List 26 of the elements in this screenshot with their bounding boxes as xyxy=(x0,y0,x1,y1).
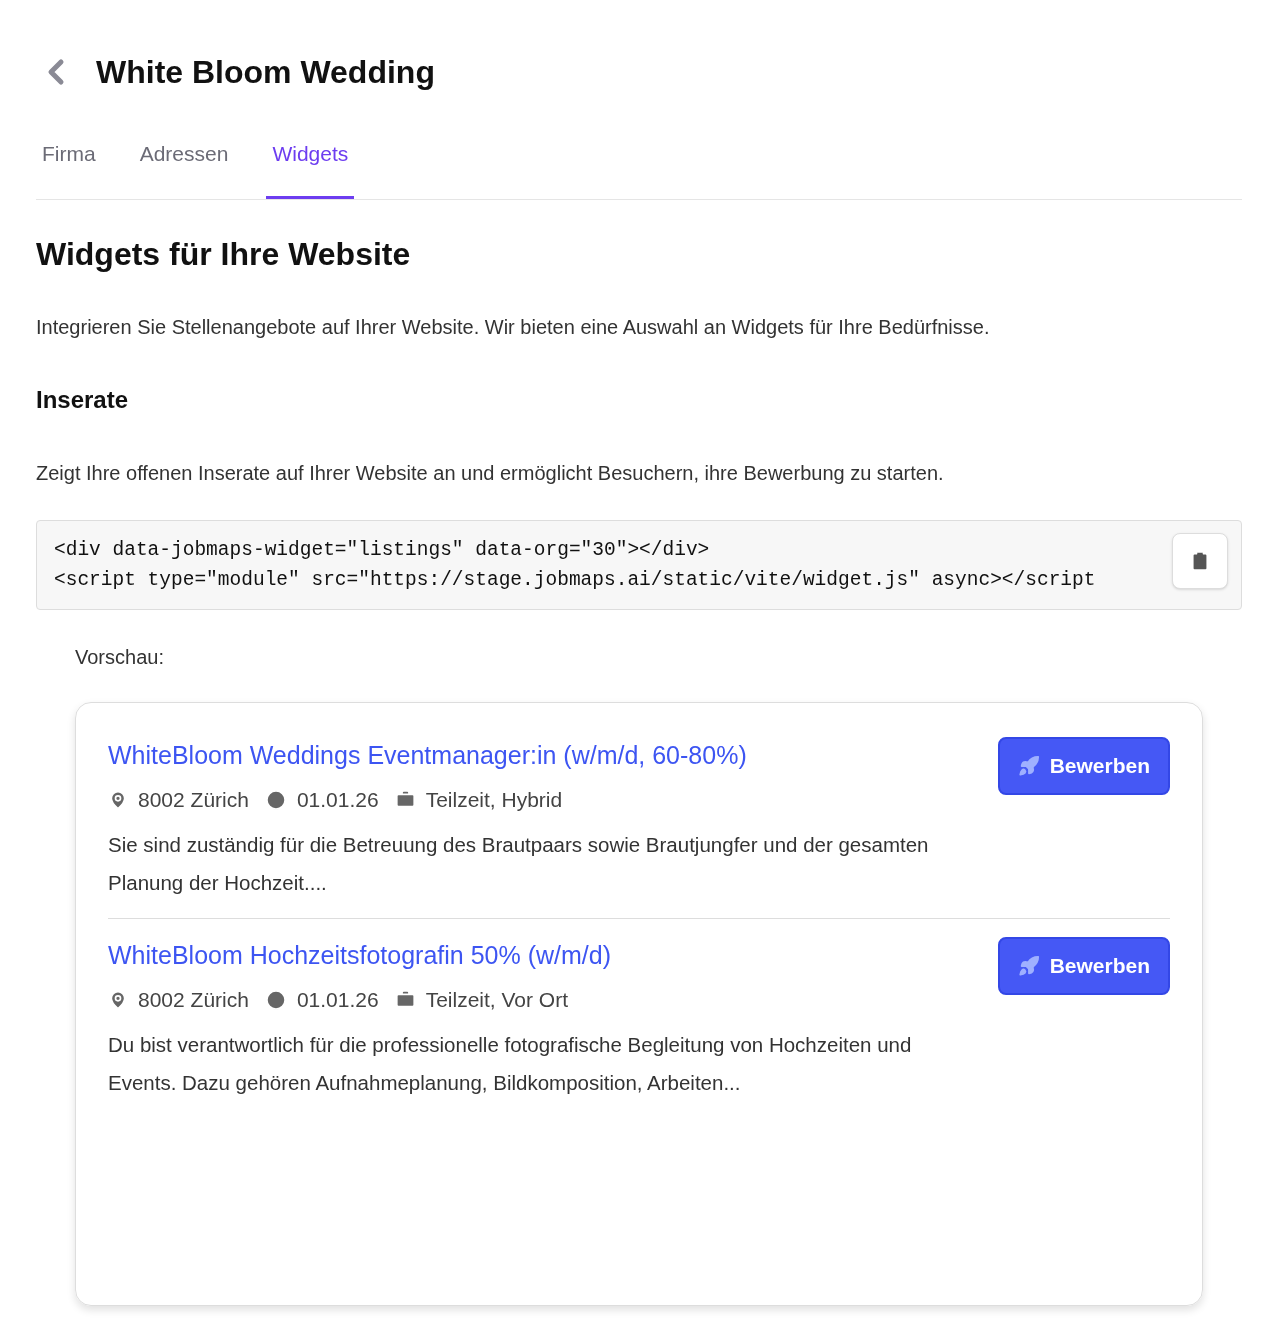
job-location: 8002 Zürich xyxy=(138,987,249,1013)
job-description: Sie sind zuständig für die Betreuung des Brautpaars sowie Brautjungfer und der gesamten Planung der Hochzeit.... xyxy=(108,831,930,896)
apply-button[interactable]: Bewerben xyxy=(997,936,1170,995)
job-location: 8002 Zürich xyxy=(138,787,249,813)
section-intro: Integrieren Sie Stellenangebote auf Ihrer Website. Wir bieten eine Auswahl an Widgets für Ihre Bedürfnisse. xyxy=(36,314,991,340)
rocket-icon xyxy=(1017,754,1040,777)
code-line: <div data-jobmaps-widget="listings" data-org="30"></div> xyxy=(54,537,710,563)
widget-title: Inserate xyxy=(36,384,130,415)
job-description: Du bist verantwortlich für die professionelle fotografische Begleitung von Hochzeiten und Events. Dazu gehören Aufnahmeplanung, Bildkomposition, Arbeiten... xyxy=(108,1031,913,1096)
page-title: White Bloom Wedding xyxy=(96,53,435,92)
job-title-link[interactable]: WhiteBloom Hochzeitsfotografin 50% (w/m/d) xyxy=(108,940,611,969)
job-type: Teilzeit, Hybrid xyxy=(425,787,563,813)
tab[interactable]: Widgets xyxy=(266,138,355,199)
tab[interactable]: Firma xyxy=(36,138,102,199)
section-title: Widgets für Ihre Website xyxy=(36,234,412,274)
preview-label: Vorschau: xyxy=(75,644,165,670)
job-title-link[interactable]: WhiteBloom Weddings Eventmanager:in (w/m/d, 60-80%) xyxy=(108,740,747,769)
job-type: Teilzeit, Vor Ort xyxy=(425,987,569,1013)
apply-button[interactable]: Bewerben xyxy=(997,736,1170,795)
widget-description: Zeigt Ihre offenen Inserate auf Ihrer Website an und ermöglicht Besuchern, ihre Bewerbung zu starten. xyxy=(36,460,945,486)
tab[interactable]: Adressen xyxy=(133,138,235,199)
job-date: 01.01.26 xyxy=(296,987,379,1013)
job-date: 01.01.26 xyxy=(296,787,379,813)
code-line: <script type="module" src="https://stage.jobmaps.ai/static/vite/widget.js" async></script xyxy=(54,567,1096,593)
rocket-icon xyxy=(1017,954,1040,977)
copy-button[interactable] xyxy=(1172,532,1228,589)
